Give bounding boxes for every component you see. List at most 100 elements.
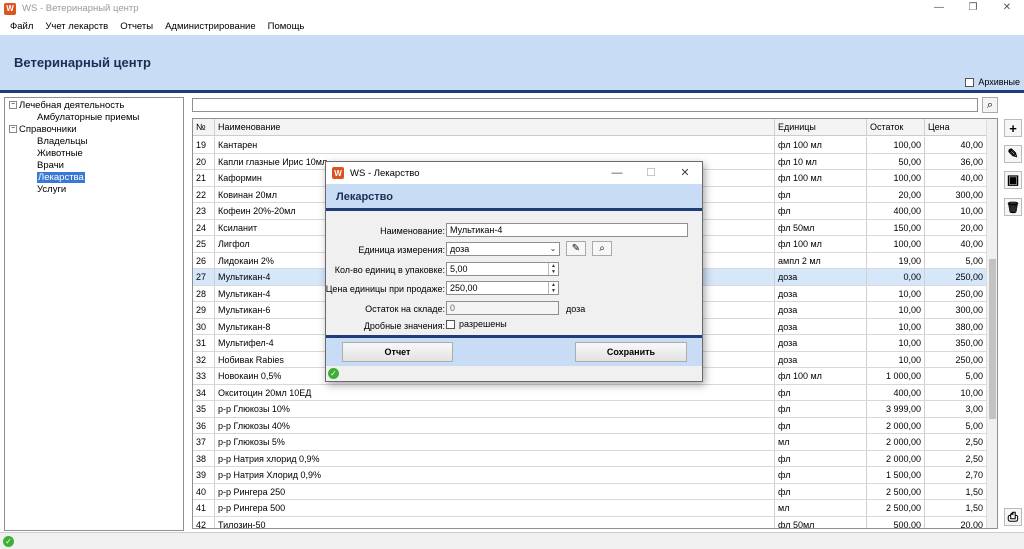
table-row[interactable]: 39 р-р Натрия Хлорид 0,9% фл 1 500,00 2,70 bbox=[193, 467, 987, 484]
edit-unit-button[interactable]: ✎ bbox=[566, 241, 586, 256]
report-button[interactable]: Отчет bbox=[342, 342, 453, 362]
archive-checkbox[interactable] bbox=[965, 77, 975, 87]
save-button[interactable]: Сохранить bbox=[575, 342, 687, 362]
menu-drugs[interactable]: Учет лекарств bbox=[45, 21, 108, 32]
qty-stepper[interactable]: 5,00 ▲ ▼ bbox=[446, 262, 559, 276]
qty-value: 5,00 bbox=[450, 264, 468, 274]
cell-price: 10,00 bbox=[925, 203, 987, 219]
dialog-maximize-icon[interactable]: ☐ bbox=[634, 162, 668, 184]
menu-help[interactable]: Помощь bbox=[268, 21, 305, 32]
delete-button[interactable]: 🗑 bbox=[1004, 198, 1022, 216]
search-unit-button[interactable]: ⌕ bbox=[592, 241, 612, 256]
tree-node-services[interactable]: Услуги bbox=[5, 184, 183, 196]
print-button[interactable]: ⎙ bbox=[1004, 508, 1022, 526]
tree-node-doctors[interactable]: Врачи bbox=[5, 160, 183, 172]
tree-node-owners[interactable]: Владельцы bbox=[5, 136, 183, 148]
search-input[interactable] bbox=[192, 98, 978, 112]
tree-node-visits[interactable]: Амбулаторные приемы bbox=[5, 112, 183, 124]
archive-toggle[interactable]: Архивные bbox=[965, 77, 1020, 87]
cell-stock: 2 000,00 bbox=[867, 450, 925, 466]
table-scrollbar[interactable] bbox=[986, 119, 997, 528]
tree-node-animals[interactable]: Животные bbox=[5, 148, 183, 160]
menu-reports[interactable]: Отчеты bbox=[120, 21, 153, 32]
menu-file[interactable]: Файл bbox=[10, 21, 33, 32]
cell-units: доза bbox=[775, 335, 867, 351]
dialog-window-controls: — ☐ ✕ bbox=[600, 162, 702, 184]
table-row[interactable]: 41 р-р Рингера 500 мл 2 500,00 1,50 bbox=[193, 500, 987, 517]
chevron-down-icon[interactable]: ⌄ bbox=[547, 243, 559, 255]
minimize-icon[interactable]: — bbox=[922, 0, 956, 17]
fraction-checkbox[interactable] bbox=[446, 319, 455, 329]
cell-number: 41 bbox=[193, 500, 215, 516]
cell-stock: 20,00 bbox=[867, 186, 925, 202]
archive-button[interactable]: ▣ bbox=[1004, 171, 1022, 189]
collapse-icon[interactable]: − bbox=[9, 101, 17, 110]
dialog-button-bar: Отчет Сохранить bbox=[326, 338, 702, 366]
header-units[interactable]: Единицы bbox=[775, 119, 867, 135]
cell-stock: 100,00 bbox=[867, 137, 925, 153]
cell-number: 32 bbox=[193, 351, 215, 367]
cell-stock: 500,00 bbox=[867, 516, 925, 528]
add-button[interactable]: + bbox=[1004, 119, 1022, 137]
search-button[interactable]: ⌕ bbox=[982, 97, 998, 113]
cell-units: фл 50мл bbox=[775, 516, 867, 528]
spin-down-icon[interactable]: ▼ bbox=[551, 288, 556, 294]
table-row[interactable]: 37 р-р Глюкозы 5% мл 2 000,00 2,50 bbox=[193, 434, 987, 451]
name-field[interactable]: Мультикан-4 bbox=[446, 223, 688, 237]
table-row[interactable]: 40 р-р Рингера 250 фл 2 500,00 1,50 bbox=[193, 483, 987, 500]
spin-down-icon[interactable]: ▼ bbox=[551, 269, 556, 275]
restore-icon[interactable]: ❐ bbox=[956, 0, 990, 17]
stock-label: Остаток на складе: bbox=[365, 304, 445, 314]
dialog-close-icon[interactable]: ✕ bbox=[668, 162, 702, 184]
tree-node-references[interactable]: − Справочники bbox=[5, 124, 183, 136]
table-row[interactable]: 35 р-р Глюкозы 10% фл 3 999,00 3,00 bbox=[193, 401, 987, 418]
cell-price: 40,00 bbox=[925, 137, 987, 153]
cell-name: р-р Глюкозы 10% bbox=[215, 401, 775, 417]
table-row[interactable]: 19 Кантарен фл 100 мл 100,00 40,00 bbox=[193, 137, 987, 154]
header-stock[interactable]: Остаток bbox=[867, 119, 925, 135]
header-number[interactable]: № bbox=[193, 119, 215, 135]
header-price[interactable]: Цена bbox=[925, 119, 987, 135]
scrollbar-thumb[interactable] bbox=[989, 259, 996, 419]
cell-stock: 2 000,00 bbox=[867, 434, 925, 450]
dialog-title: WS - Лекарство bbox=[350, 167, 420, 179]
table-row[interactable]: 42 Тилозин-50 фл 50мл 500,00 20,00 bbox=[193, 516, 987, 528]
cell-price: 20,00 bbox=[925, 219, 987, 235]
collapse-icon[interactable]: − bbox=[9, 125, 17, 134]
cell-number: 31 bbox=[193, 335, 215, 351]
cell-name: р-р Глюкозы 40% bbox=[215, 417, 775, 433]
cell-price: 5,00 bbox=[925, 252, 987, 268]
tree-node-treatment[interactable]: − Лечебная деятельность bbox=[5, 100, 183, 112]
header-name[interactable]: Наименование bbox=[215, 119, 775, 135]
dialog-header: Лекарство bbox=[326, 184, 702, 211]
cell-units: мл bbox=[775, 434, 867, 450]
edit-button[interactable]: ✎ bbox=[1004, 145, 1022, 163]
stock-unit: доза bbox=[566, 304, 586, 314]
cell-number: 29 bbox=[193, 302, 215, 318]
close-icon[interactable]: ✕ bbox=[990, 0, 1024, 17]
cell-number: 21 bbox=[193, 170, 215, 186]
tree-node-drugs[interactable]: Лекарства bbox=[5, 172, 183, 184]
cell-stock: 1 500,00 bbox=[867, 467, 925, 483]
cell-price: 250,00 bbox=[925, 351, 987, 367]
unit-dropdown[interactable]: доза ⌄ bbox=[446, 242, 560, 256]
fraction-toggle[interactable]: разрешены bbox=[446, 319, 507, 329]
cell-price: 36,00 bbox=[925, 153, 987, 169]
search-icon: ⌕ bbox=[599, 243, 605, 254]
cell-stock: 100,00 bbox=[867, 170, 925, 186]
menu-admin[interactable]: Администрирование bbox=[165, 21, 256, 32]
price-spin[interactable]: ▲ ▼ bbox=[548, 282, 558, 294]
cell-stock: 150,00 bbox=[867, 219, 925, 235]
qty-spin[interactable]: ▲ ▼ bbox=[548, 263, 558, 275]
cell-price: 10,00 bbox=[925, 384, 987, 400]
table-row[interactable]: 38 р-р Натрия хлорид 0,9% фл 2 000,00 2,50 bbox=[193, 450, 987, 467]
table-header: № Наименование Единицы Остаток Цена bbox=[193, 119, 987, 136]
cell-name: Кантарен bbox=[215, 137, 775, 153]
cell-price: 380,00 bbox=[925, 318, 987, 334]
table-row[interactable]: 36 р-р Глюкозы 40% фл 2 000,00 5,00 bbox=[193, 417, 987, 434]
table-row[interactable]: 34 Окситоцин 20мл 10ЕД фл 400,00 10,00 bbox=[193, 384, 987, 401]
dialog-minimize-icon[interactable]: — bbox=[600, 162, 634, 184]
cell-price: 40,00 bbox=[925, 236, 987, 252]
price-stepper[interactable]: 250,00 ▲ ▼ bbox=[446, 281, 559, 295]
name-label: Наименование: bbox=[380, 226, 445, 236]
